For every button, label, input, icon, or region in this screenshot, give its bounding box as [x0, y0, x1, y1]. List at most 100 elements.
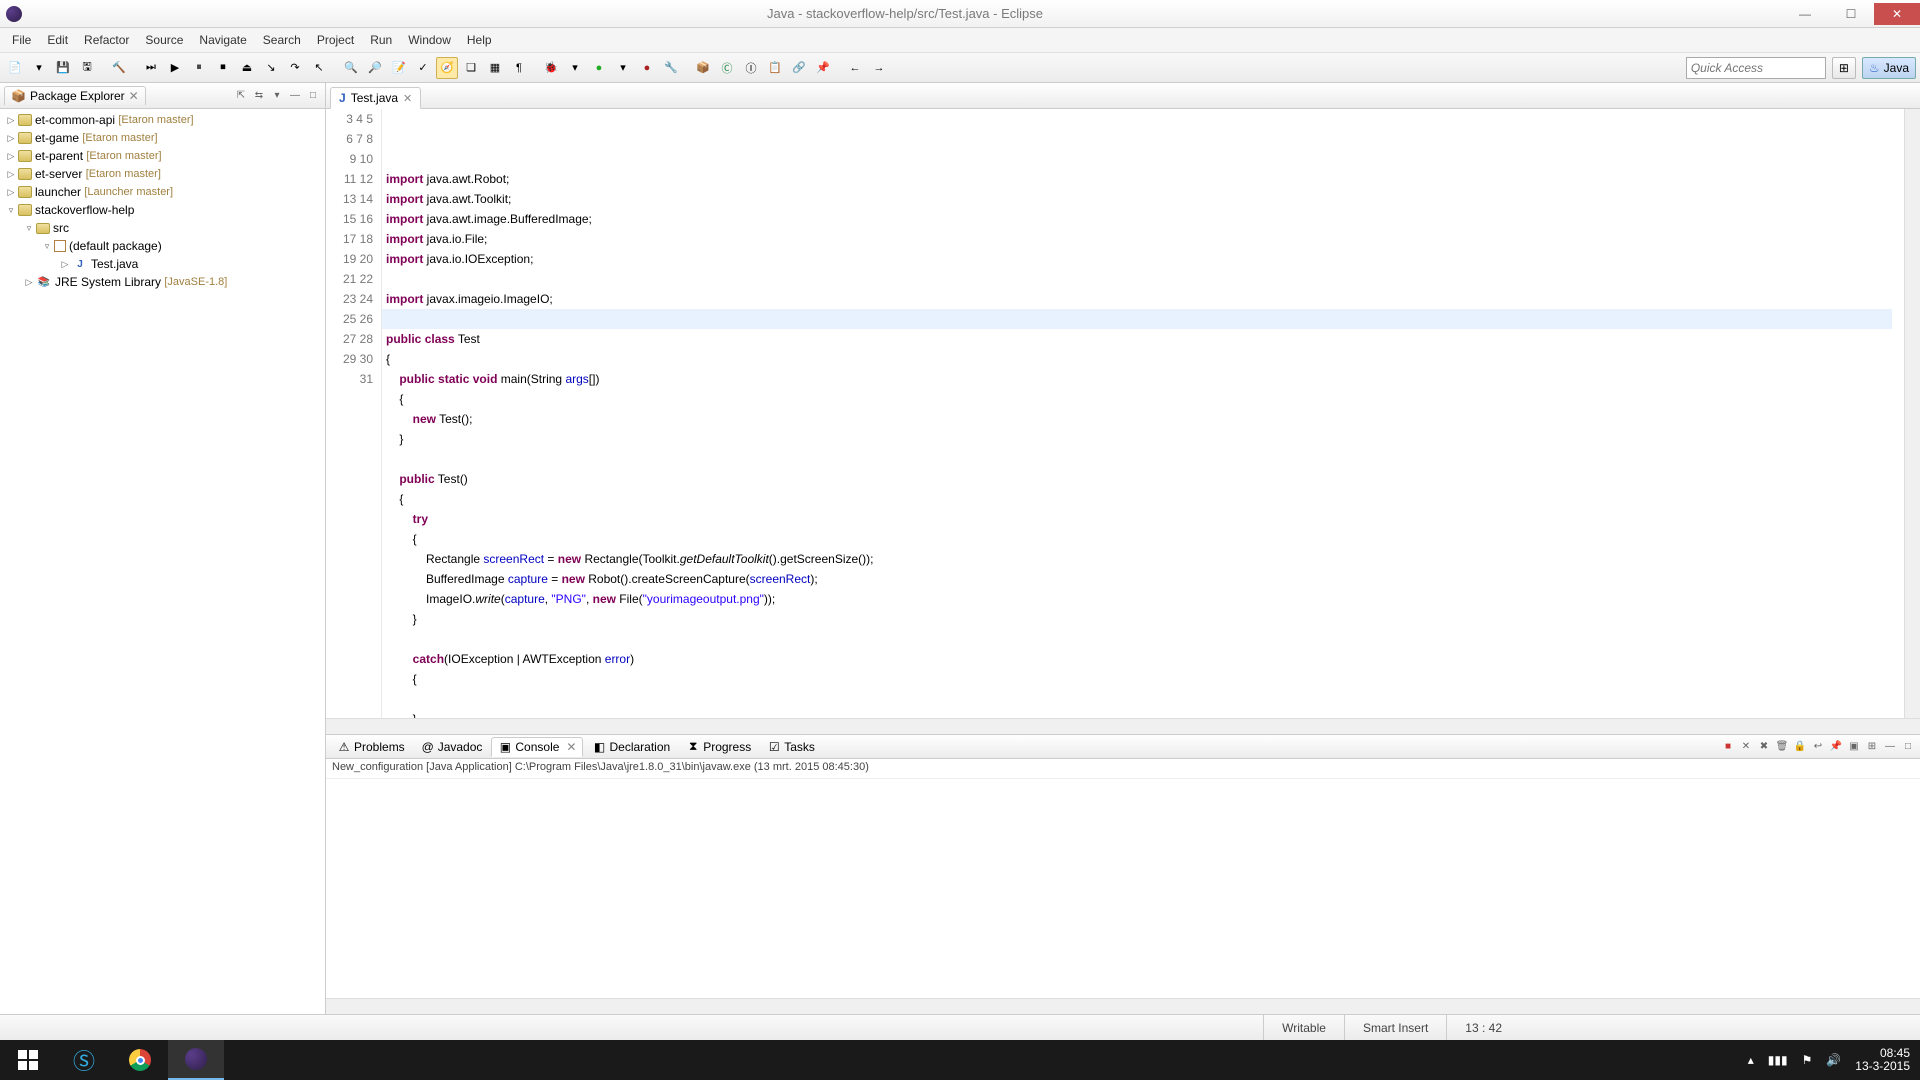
link-editor-button[interactable]: ⇆: [251, 88, 267, 104]
project-tree[interactable]: ▷et-common-api [Etaron master] ▷et-game …: [0, 109, 325, 1014]
save-button[interactable]: 💾: [52, 57, 74, 79]
menu-project[interactable]: Project: [309, 30, 362, 50]
new-class-button[interactable]: Ⓒ: [716, 57, 738, 79]
menu-run[interactable]: Run: [362, 30, 400, 50]
start-button[interactable]: [0, 1040, 56, 1080]
menu-search[interactable]: Search: [255, 30, 309, 50]
maximize-panel-button[interactable]: □: [1900, 739, 1916, 755]
console-output[interactable]: [326, 779, 1920, 998]
menu-source[interactable]: Source: [137, 30, 191, 50]
tab-javadoc[interactable]: @Javadoc: [414, 737, 490, 757]
step-return-button[interactable]: ↖: [308, 57, 330, 79]
jre-library[interactable]: ▷📚JRE System Library [JavaSE-1.8]: [0, 273, 325, 291]
close-tab-icon[interactable]: ✕: [566, 740, 576, 754]
marker-bar[interactable]: [326, 109, 340, 718]
taskbar-eclipse[interactable]: [168, 1040, 224, 1080]
display-console-button[interactable]: ▣: [1846, 739, 1862, 755]
tab-tasks[interactable]: ☑Tasks: [760, 737, 822, 757]
block-selection-button[interactable]: ▦: [484, 57, 506, 79]
open-task-button[interactable]: 📋: [764, 57, 786, 79]
tray-clock[interactable]: 08:45 13-3-2015: [1855, 1047, 1910, 1073]
remove-launch-button[interactable]: ✕: [1738, 739, 1754, 755]
menu-window[interactable]: Window: [400, 30, 459, 50]
search-button[interactable]: 🔎: [364, 57, 386, 79]
external-tools-button[interactable]: 🔧: [660, 57, 682, 79]
collapse-all-button[interactable]: ⇱: [233, 88, 249, 104]
forward-button[interactable]: →: [868, 57, 890, 79]
new-package-button[interactable]: 📦: [692, 57, 714, 79]
minimize-view-button[interactable]: —: [287, 88, 303, 104]
minimize-panel-button[interactable]: —: [1882, 739, 1898, 755]
project-et-server[interactable]: ▷et-server [Etaron master]: [0, 165, 325, 183]
console-scrollbar[interactable]: [326, 998, 1920, 1014]
new-button[interactable]: 📄: [4, 57, 26, 79]
close-button[interactable]: ✕: [1874, 3, 1920, 25]
tab-problems[interactable]: ⚠Problems: [330, 737, 412, 757]
task-button[interactable]: ✓: [412, 57, 434, 79]
close-tab-icon[interactable]: ✕: [403, 92, 412, 105]
java-perspective-button[interactable]: ♨ Java: [1862, 57, 1916, 79]
code-editor[interactable]: 3 4 5 6 7 8 9 10 11 12 13 14 15 16 17 18…: [326, 109, 1920, 718]
editor-tab-test-java[interactable]: J Test.java ✕: [330, 87, 421, 109]
src-folder[interactable]: ▿src: [0, 219, 325, 237]
word-wrap-button[interactable]: ↩: [1810, 739, 1826, 755]
clear-console-button[interactable]: 🗑: [1774, 739, 1790, 755]
project-launcher[interactable]: ▷launcher [Launcher master]: [0, 183, 325, 201]
project-et-common-api[interactable]: ▷et-common-api [Etaron master]: [0, 111, 325, 129]
maximize-view-button[interactable]: □: [305, 88, 321, 104]
run-button[interactable]: ●: [588, 57, 610, 79]
new-dropdown[interactable]: ▾: [28, 57, 50, 79]
tray-volume-icon[interactable]: 🔊: [1826, 1053, 1841, 1067]
build-button[interactable]: 🔨: [108, 57, 130, 79]
show-whitespace-button[interactable]: ¶: [508, 57, 530, 79]
project-et-parent[interactable]: ▷et-parent [Etaron master]: [0, 147, 325, 165]
menu-help[interactable]: Help: [459, 30, 500, 50]
project-stackoverflow-help[interactable]: ▿stackoverflow-help: [0, 201, 325, 219]
mark-occurrences-button[interactable]: ❏: [460, 57, 482, 79]
maximize-button[interactable]: ☐: [1828, 3, 1874, 25]
taskbar-skype[interactable]: Ⓢ: [56, 1040, 112, 1080]
resume-button[interactable]: ▶: [164, 57, 186, 79]
project-et-game[interactable]: ▷et-game [Etaron master]: [0, 129, 325, 147]
close-view-icon[interactable]: ✕: [129, 89, 139, 103]
default-package[interactable]: ▿(default package): [0, 237, 325, 255]
terminate-console-button[interactable]: ■: [1720, 739, 1736, 755]
toggle-breadcrumb-button[interactable]: 🧭: [436, 57, 458, 79]
menu-refactor[interactable]: Refactor: [76, 30, 137, 50]
tray-chevron-icon[interactable]: ▴: [1748, 1053, 1754, 1067]
menu-edit[interactable]: Edit: [39, 30, 76, 50]
save-all-button[interactable]: 🖫: [76, 57, 98, 79]
minimize-button[interactable]: —: [1782, 3, 1828, 25]
file-test-java[interactable]: ▷JTest.java: [0, 255, 325, 273]
horizontal-scrollbar[interactable]: [326, 718, 1920, 734]
quick-access-input[interactable]: [1686, 57, 1826, 79]
pin-button[interactable]: 📌: [812, 57, 834, 79]
back-button[interactable]: ←: [844, 57, 866, 79]
menu-file[interactable]: File: [4, 30, 39, 50]
step-over-button[interactable]: ↷: [284, 57, 306, 79]
remove-all-button[interactable]: ✖: [1756, 739, 1772, 755]
tab-progress[interactable]: ⧗Progress: [679, 737, 758, 757]
open-console-button[interactable]: ⊞: [1864, 739, 1880, 755]
tab-declaration[interactable]: ◧Declaration: [585, 737, 677, 757]
package-explorer-tab[interactable]: 📦 Package Explorer ✕: [4, 86, 146, 105]
menu-navigate[interactable]: Navigate: [191, 30, 254, 50]
terminate-button[interactable]: ⏹: [212, 57, 234, 79]
taskbar-chrome[interactable]: [112, 1040, 168, 1080]
tray-action-icon[interactable]: ⚑: [1802, 1053, 1813, 1067]
new-interface-button[interactable]: Ⓘ: [740, 57, 762, 79]
open-perspective-button[interactable]: ⊞: [1832, 57, 1856, 79]
scroll-lock-button[interactable]: 🔒: [1792, 739, 1808, 755]
view-menu-button[interactable]: ▾: [269, 88, 285, 104]
annotation-button[interactable]: 📝: [388, 57, 410, 79]
tray-network-icon[interactable]: ▮▮▮: [1768, 1053, 1788, 1067]
vertical-scrollbar[interactable]: [1904, 109, 1920, 718]
code-content[interactable]: import java.awt.Robot;import java.awt.To…: [382, 109, 1904, 718]
suspend-button[interactable]: ⏸: [188, 57, 210, 79]
debug-dropdown[interactable]: ▾: [564, 57, 586, 79]
run-dropdown[interactable]: ▾: [612, 57, 634, 79]
disconnect-button[interactable]: ⏏: [236, 57, 258, 79]
coverage-button[interactable]: ●: [636, 57, 658, 79]
debug-button[interactable]: 🐞: [540, 57, 562, 79]
link-button[interactable]: 🔗: [788, 57, 810, 79]
